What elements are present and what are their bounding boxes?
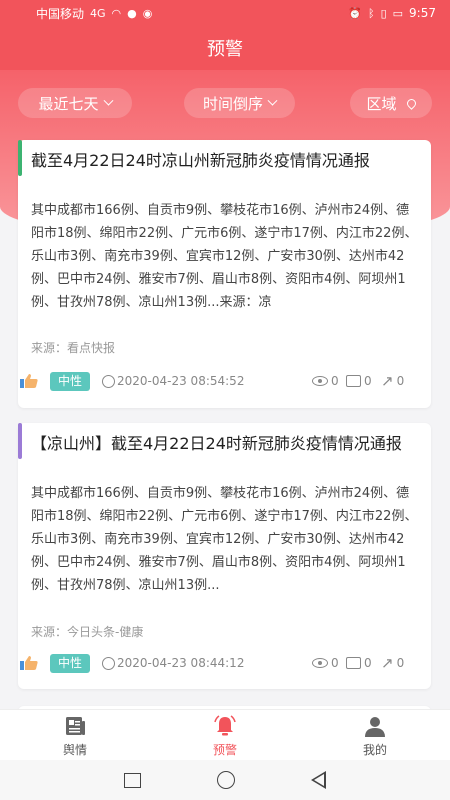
person-icon	[365, 717, 385, 737]
date-range-filter[interactable]: 最近七天	[18, 88, 132, 118]
share-count[interactable]: ↗ 0	[381, 654, 404, 672]
wifi-icon: ◠	[111, 6, 122, 20]
share-icon: ↗	[381, 372, 394, 390]
comment-count[interactable]: 0	[346, 656, 372, 670]
card-summary: 其中成都市166例、自贡市9例、攀枝花市16例、泸州市24例、德阳市18例、绵阳…	[31, 203, 418, 310]
compass-icon: ◉	[142, 6, 153, 20]
back-icon[interactable]	[311, 771, 326, 789]
carrier-label: 中国移动	[36, 6, 85, 21]
sort-filter[interactable]: 时间倒序	[184, 88, 295, 118]
battery-icon: ▭	[392, 6, 404, 20]
card-footer: 中性 2020-04-23 08:44:12 0 0 ↗ 0	[18, 650, 431, 676]
chevron-down-icon	[267, 95, 278, 106]
publish-time: 2020-04-23 08:54:52	[117, 374, 245, 388]
alarm-icon: ⏰	[348, 6, 362, 20]
alert-card[interactable]: 【凉山州】截至4月22日24时新冠肺炎疫情情况通报 其中成都市166例、自贡市9…	[18, 423, 431, 689]
chat-icon: ●	[127, 6, 137, 20]
tab-mine[interactable]: 我的	[300, 710, 450, 761]
tab-alert[interactable]: 预警	[150, 710, 300, 761]
region-filter[interactable]: 区域	[350, 88, 432, 118]
card-accent-bar	[18, 140, 22, 176]
clock-time: 9:57	[409, 6, 436, 20]
vibrate-icon: ▯	[380, 6, 387, 20]
system-nav-bar	[0, 760, 450, 800]
tab-label: 舆情	[62, 743, 87, 757]
share-icon: ↗	[381, 654, 394, 672]
page-header: 预警	[0, 26, 450, 70]
card-title: 截至4月22日24时凉山州新冠肺炎疫情情况通报	[31, 151, 370, 170]
comment-count[interactable]: 0	[346, 374, 372, 388]
chevron-down-icon	[103, 95, 113, 106]
status-bar: 中国移动 4G ◠ ● ◉ ⏰ ᛒ ▯ ▭ 9:57	[0, 0, 450, 26]
sentiment-tag: 中性	[50, 371, 91, 391]
recent-apps-icon[interactable]	[124, 772, 141, 788]
view-count: 0	[312, 374, 339, 388]
page-title: 预警	[207, 39, 243, 60]
filter-bar: 最近七天 时间倒序 区域	[0, 88, 450, 120]
comment-icon	[346, 375, 361, 387]
bell-icon	[214, 715, 236, 736]
newspaper-icon	[66, 717, 85, 735]
card-accent-bar	[18, 423, 22, 459]
thumb-icon	[20, 374, 38, 388]
view-count: 0	[312, 656, 339, 670]
sort-label: 时间倒序	[202, 94, 263, 113]
eye-icon	[312, 658, 328, 668]
card-title: 【凉山州】截至4月22日24时新冠肺炎疫情情况通报	[31, 434, 402, 453]
card-source: 来源：看点快报	[31, 341, 116, 355]
tab-label: 预警	[212, 743, 237, 757]
thumb-icon	[20, 656, 38, 670]
sentiment-tag: 中性	[50, 653, 91, 673]
card-summary: 其中成都市166例、自贡市9例、攀枝花市16例、泸州市24例、德阳市18例、绵阳…	[31, 486, 418, 593]
tab-public-opinion[interactable]: 舆情	[0, 710, 150, 761]
comment-icon	[346, 657, 361, 669]
home-icon[interactable]	[217, 771, 235, 789]
date-range-label: 最近七天	[38, 94, 99, 113]
bottom-tabbar: 舆情 预警 我的	[0, 709, 450, 760]
clock-icon	[102, 656, 115, 670]
signal-icon: 4G	[90, 6, 106, 20]
card-footer: 中性 2020-04-23 08:54:52 0 0 ↗ 0	[18, 368, 431, 394]
bluetooth-icon: ᛒ	[367, 6, 375, 20]
alert-card[interactable]: 截至4月22日24时凉山州新冠肺炎疫情情况通报 其中成都市166例、自贡市9例、…	[18, 140, 431, 408]
card-source: 来源：今日头条-健康	[31, 625, 144, 639]
tab-label: 我的	[362, 743, 387, 757]
eye-icon	[312, 376, 328, 386]
location-pin-icon	[404, 96, 418, 110]
clock-icon	[102, 374, 115, 388]
region-label: 区域	[366, 94, 397, 113]
publish-time: 2020-04-23 08:44:12	[117, 656, 245, 670]
share-count[interactable]: ↗ 0	[381, 372, 404, 390]
